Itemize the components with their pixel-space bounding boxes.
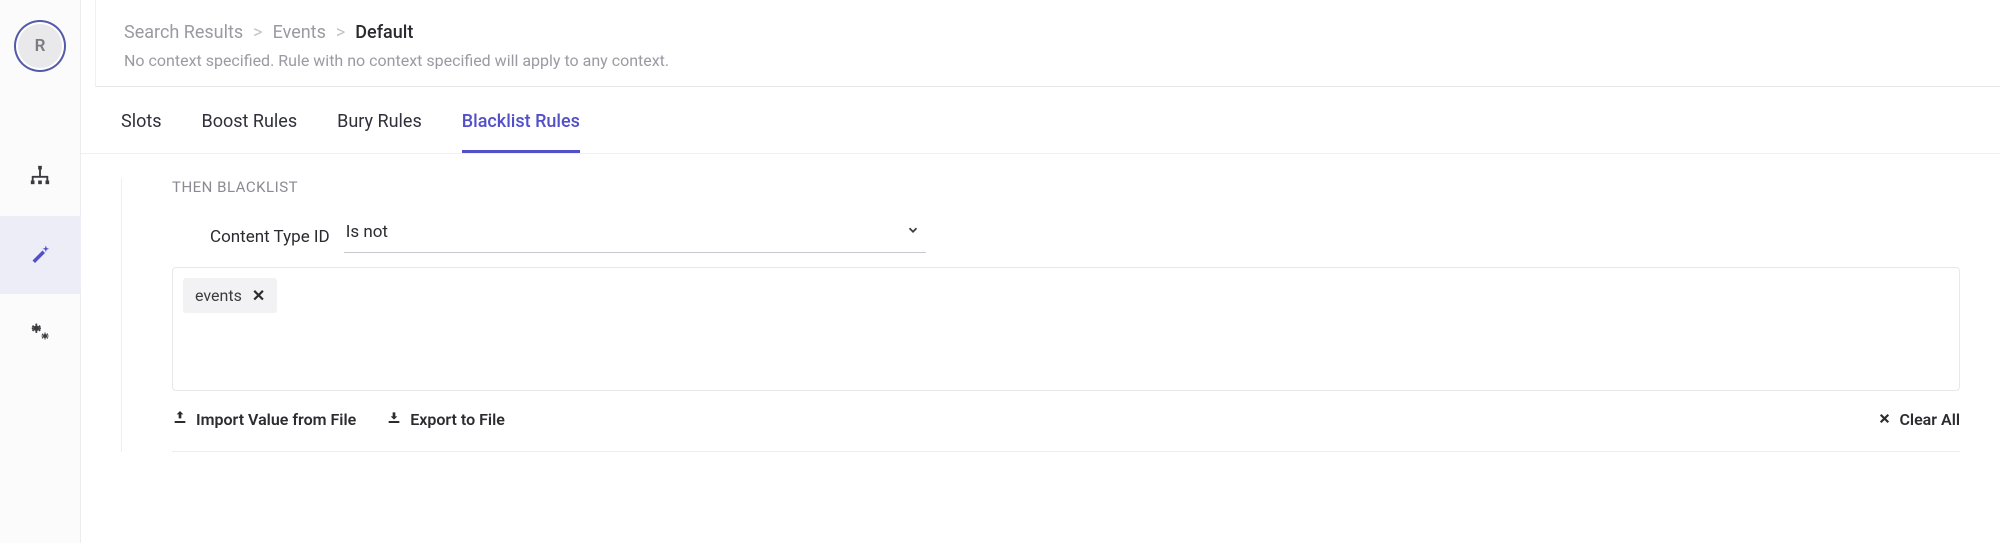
operator-value: Is not [344,216,926,252]
rail-item-rules[interactable] [0,216,81,294]
import-button[interactable]: Import Value from File [172,409,356,429]
avatar[interactable]: R [18,24,62,68]
tab-blacklist-rules[interactable]: Blacklist Rules [462,87,580,153]
breadcrumb: Search Results > Events > Default [124,22,2000,43]
tabs: Slots Boost Rules Bury Rules Blacklist R… [81,87,2000,154]
rule-row: Content Type ID Is not [172,216,1960,253]
sitemap-icon [29,164,51,190]
export-label: Export to File [410,410,505,429]
chip-label: events [195,286,242,305]
tab-slots[interactable]: Slots [121,87,162,153]
value-tagbox[interactable]: events ✕ [172,267,1960,391]
export-button[interactable]: Export to File [386,409,505,429]
chevron-right-icon: > [253,22,262,43]
header: Search Results > Events > Default No con… [95,0,2000,87]
value-chip: events ✕ [183,278,277,313]
chevron-down-icon [906,222,920,241]
section-header: THEN BLACKLIST [172,178,1960,196]
close-icon[interactable]: ✕ [252,286,265,305]
download-icon [386,409,402,429]
magic-wand-icon [30,243,50,267]
chevron-right-icon: > [336,22,345,43]
breadcrumb-link-events[interactable]: Events [273,22,326,43]
left-rail: R [0,0,81,543]
tab-bury-rules[interactable]: Bury Rules [337,87,422,153]
gears-icon [29,320,51,346]
clear-all-button[interactable]: Clear All [1878,410,1960,429]
avatar-letter: R [35,36,46,56]
rail-item-sitemap[interactable] [0,138,81,216]
close-icon [1878,410,1891,429]
main-area: Search Results > Events > Default No con… [81,0,2000,543]
page-subtitle: No context specified. Rule with no conte… [124,51,2000,70]
breadcrumb-current: Default [355,22,413,43]
field-label: Content Type ID [172,227,330,253]
upload-icon [172,409,188,429]
clear-all-label: Clear All [1899,410,1960,429]
breadcrumb-link-search-results[interactable]: Search Results [124,22,243,43]
rail-item-settings[interactable] [0,294,81,372]
actions-row: Import Value from File Export to File Cl… [172,391,1960,452]
operator-select[interactable]: Is not [344,216,926,253]
tab-boost-rules[interactable]: Boost Rules [202,87,298,153]
rule-panel: THEN BLACKLIST Content Type ID Is not ev… [121,178,1960,452]
import-label: Import Value from File [196,410,356,429]
